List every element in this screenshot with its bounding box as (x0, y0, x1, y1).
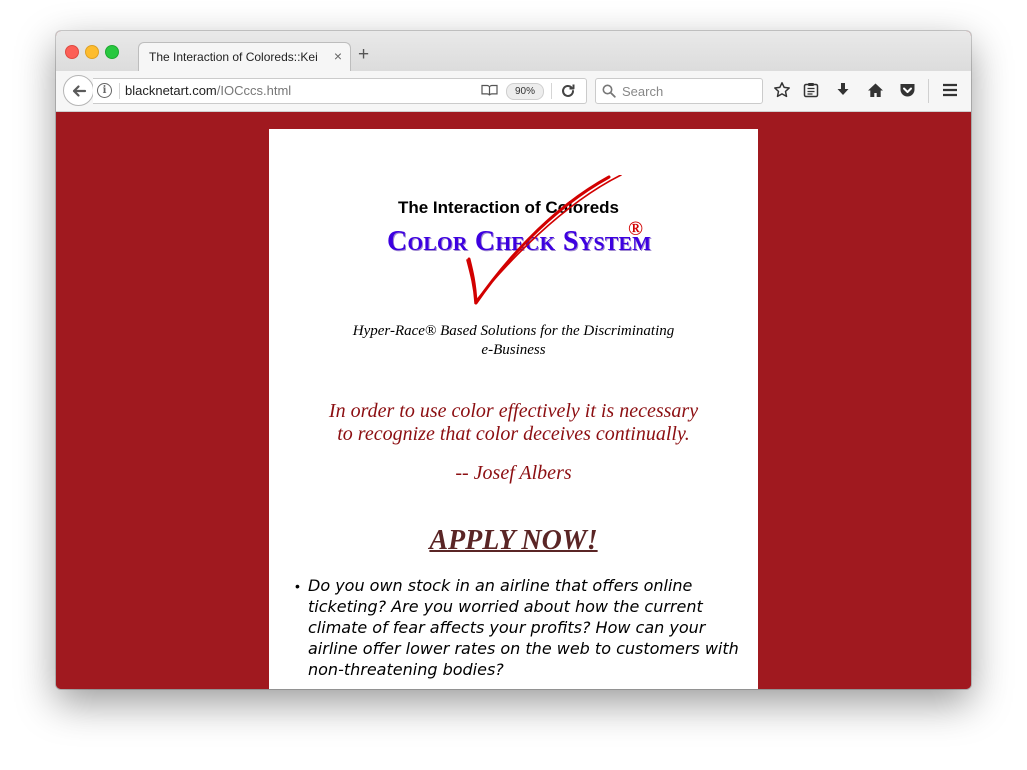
downloads-button[interactable] (834, 81, 852, 99)
url-text[interactable]: blacknetart.com/IOCccs.html (125, 83, 291, 98)
close-window-button[interactable] (65, 45, 79, 59)
quote-line-2: to recognize that color deceives continu… (337, 423, 690, 445)
zoom-level-badge[interactable]: 90% (506, 83, 544, 100)
url-divider (119, 83, 120, 99)
home-button[interactable] (866, 81, 884, 99)
search-bar[interactable] (595, 78, 763, 104)
menu-button[interactable] (941, 81, 959, 99)
toolbar-divider (928, 79, 929, 103)
back-arrow-icon (72, 84, 86, 97)
content-panel: The Interaction of Coloreds Color Check … (269, 129, 758, 689)
list-item: Do you own stock in an airline that offe… (308, 576, 739, 679)
download-arrow-icon (837, 83, 849, 95)
tagline: Hyper-Race® Based Solutions for the Disc… (329, 322, 698, 360)
url-divider-2 (551, 83, 552, 99)
url-host: blacknetart.com (125, 83, 217, 98)
pocket-icon (900, 84, 914, 97)
albers-quote: In order to use color effectively it is … (299, 400, 728, 446)
tab-title: The Interaction of Coloreds::Keith (149, 50, 317, 64)
tab-close-icon[interactable]: × (334, 48, 342, 64)
new-tab-button[interactable]: + (358, 45, 369, 64)
info-icon[interactable]: i (97, 83, 112, 98)
tab-strip: The Interaction of Coloreds::Keith × + (56, 31, 971, 72)
url-bar[interactable]: i blacknetart.com/IOCccs.html 90% (93, 78, 587, 104)
browser-window: The Interaction of Coloreds::Keith × + i… (56, 31, 971, 689)
reload-icon[interactable] (560, 83, 576, 99)
red-checkmark-icon (466, 175, 622, 305)
bullet-marker: • (295, 578, 300, 594)
quote-line-1: In order to use color effectively it is … (328, 400, 699, 422)
bookmark-star-button[interactable] (773, 81, 791, 99)
apply-now-link[interactable]: APPLY NOW! (269, 525, 758, 557)
bookmark-star-icon (774, 82, 790, 98)
page-viewport[interactable]: The Interaction of Coloreds Color Check … (56, 112, 971, 689)
url-path: /IOCccs.html (216, 83, 292, 98)
navigation-toolbar: i blacknetart.com/IOCccs.html 90% (56, 71, 971, 112)
reader-view-icon[interactable] (481, 84, 498, 97)
pocket-button[interactable] (898, 81, 916, 99)
reading-list-button[interactable] (802, 81, 820, 99)
quote-attribution: -- Josef Albers (455, 462, 572, 484)
hamburger-menu-icon (943, 83, 957, 97)
back-button[interactable] (63, 75, 94, 106)
tab-active[interactable]: The Interaction of Coloreds::Keith × (138, 42, 351, 72)
search-input[interactable] (620, 81, 759, 101)
search-icon (602, 84, 616, 98)
reading-list-icon (803, 83, 819, 98)
minimize-window-button[interactable] (85, 45, 99, 59)
registered-mark: ® (628, 218, 643, 240)
tagline-line-2: e-Business (481, 342, 546, 358)
tagline-line-1: Hyper-Race® Based Solutions for the Disc… (352, 323, 675, 339)
home-icon (867, 83, 883, 97)
maximize-window-button[interactable] (105, 45, 119, 59)
